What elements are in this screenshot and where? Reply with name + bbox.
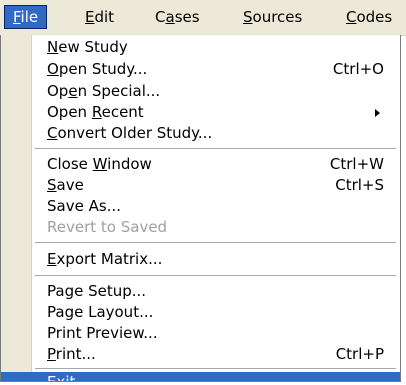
file-menu-dropdown: New Study Open Study... Ctrl+O Open Spec… <box>0 35 401 382</box>
menu-item-label: Convert Older Study... <box>47 124 213 142</box>
menu-item-shortcut: Ctrl+O <box>332 60 384 78</box>
menu-cases[interactable]: Cases <box>146 5 209 29</box>
menu-item-label: Close Window <box>47 155 152 173</box>
menu-file-label-key: F <box>13 8 21 26</box>
menu-item-label: Page Layout... <box>47 303 154 321</box>
menu-item-label: Open Recent <box>47 103 144 121</box>
menu-edit-label-post: dit <box>94 8 115 26</box>
menu-item-label: Exit <box>47 373 76 382</box>
menu-item-export-matrix[interactable]: Export Matrix... <box>1 249 400 270</box>
menu-item-shortcut: Ctrl+S <box>335 176 384 194</box>
menu-item-save[interactable]: Save Ctrl+S <box>1 175 400 196</box>
menu-separator <box>35 242 396 244</box>
menu-item-revert-to-saved: Revert to Saved <box>1 217 400 238</box>
menu-item-label: Page Setup... <box>47 282 147 300</box>
menu-item-label: Print Preview... <box>47 324 158 342</box>
menu-codes[interactable]: Codes <box>337 5 401 29</box>
menu-item-page-setup[interactable]: Page Setup... <box>1 281 400 302</box>
menu-item-label: Open Study... <box>47 60 148 78</box>
menu-item-close-window[interactable]: Close Window Ctrl+W <box>1 154 400 175</box>
menu-bar: File Edit Cases Sources Codes <box>0 0 406 36</box>
menu-item-exit[interactable]: Exit <box>1 372 400 382</box>
menu-item-new-study[interactable]: New Study <box>1 37 400 58</box>
menu-item-label: Save <box>47 176 84 194</box>
menu-separator <box>35 275 396 277</box>
menu-cases-label-pre: C <box>155 8 166 26</box>
menu-item-print-preview[interactable]: Print Preview... <box>1 323 400 344</box>
menu-item-page-layout[interactable]: Page Layout... <box>1 302 400 323</box>
menu-item-label: New Study <box>47 38 128 56</box>
menu-item-label: Save As... <box>47 197 121 215</box>
submenu-arrow-icon <box>375 109 380 117</box>
menu-codes-label-post: odes <box>356 8 393 26</box>
menu-item-shortcut: Ctrl+P <box>335 345 384 363</box>
menu-item-open-study[interactable]: Open Study... Ctrl+O <box>1 59 400 80</box>
menu-item-print[interactable]: Print... Ctrl+P <box>1 344 400 365</box>
menu-item-label: Print... <box>47 345 96 363</box>
menu-item-convert-older-study[interactable]: Convert Older Study... <box>1 123 400 144</box>
menu-separator <box>35 368 396 370</box>
menu-item-save-as[interactable]: Save As... <box>1 196 400 217</box>
menu-sources-label-key: S <box>243 8 253 26</box>
menu-file[interactable]: File <box>4 5 48 29</box>
menu-item-label: Revert to Saved <box>47 218 168 236</box>
menu-item-shortcut: Ctrl+W <box>329 155 384 173</box>
menu-file-label-post: ile <box>20 8 39 26</box>
menu-item-open-special[interactable]: Open Special... <box>1 81 400 102</box>
menu-cases-label-key: a <box>165 8 175 26</box>
menu-codes-label-key: C <box>346 8 357 26</box>
menu-item-label: Export Matrix... <box>47 250 163 268</box>
menu-edit[interactable]: Edit <box>76 5 123 29</box>
menu-sources-label-post: ources <box>252 8 303 26</box>
menu-item-open-recent[interactable]: Open Recent <box>1 102 400 123</box>
menu-cases-label-post: ses <box>174 8 200 26</box>
menu-sources[interactable]: Sources <box>234 5 311 29</box>
menu-item-label: Open Special... <box>47 82 161 100</box>
menu-separator <box>35 148 396 150</box>
